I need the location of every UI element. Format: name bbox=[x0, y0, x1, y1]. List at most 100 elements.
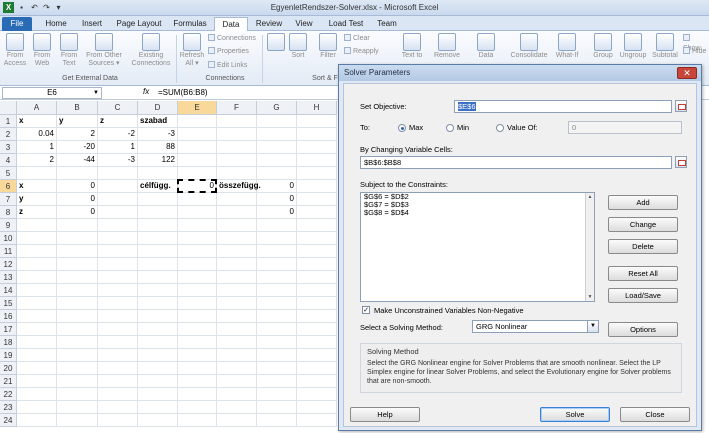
cell-d8[interactable] bbox=[138, 206, 178, 219]
scroll-up-icon[interactable]: ▲ bbox=[587, 194, 593, 200]
close-icon[interactable]: ✕ bbox=[677, 67, 697, 79]
value-of-input[interactable]: 0 bbox=[568, 121, 682, 134]
row-header-7[interactable]: 7 bbox=[0, 193, 17, 206]
cell-d15[interactable] bbox=[138, 297, 178, 310]
edit-links-button[interactable]: Edit Links bbox=[208, 61, 247, 71]
data-validation-button[interactable]: Data bbox=[474, 33, 498, 60]
row-header-5[interactable]: 5 bbox=[0, 167, 17, 180]
row-header-8[interactable]: 8 bbox=[0, 206, 17, 219]
cell-b6[interactable]: 0 bbox=[57, 180, 98, 193]
column-header-b[interactable]: B bbox=[57, 101, 98, 115]
cell-f14[interactable] bbox=[217, 284, 257, 297]
cell-e8[interactable] bbox=[178, 206, 217, 219]
tab-home[interactable]: Home bbox=[40, 17, 72, 31]
cell-h17[interactable] bbox=[297, 323, 337, 336]
cell-e24[interactable] bbox=[178, 414, 217, 427]
cell-e3[interactable] bbox=[178, 141, 217, 154]
cell-f13[interactable] bbox=[217, 271, 257, 284]
cell-h11[interactable] bbox=[297, 245, 337, 258]
cell-g18[interactable] bbox=[257, 336, 297, 349]
cell-c20[interactable] bbox=[98, 362, 138, 375]
cell-b16[interactable] bbox=[57, 310, 98, 323]
cell-f22[interactable] bbox=[217, 388, 257, 401]
formula-input[interactable]: =SUM(B6:B8) bbox=[158, 88, 208, 97]
cell-c6[interactable] bbox=[98, 180, 138, 193]
cell-a21[interactable] bbox=[17, 375, 57, 388]
cell-c3[interactable]: 1 bbox=[98, 141, 138, 154]
cell-g5[interactable] bbox=[257, 167, 297, 180]
chevron-down-icon[interactable]: ▼ bbox=[587, 321, 598, 332]
cell-c4[interactable]: -3 bbox=[98, 154, 138, 167]
cell-h2[interactable] bbox=[297, 128, 337, 141]
worksheet-grid[interactable]: A B C D E F G H 1 x y z szabad 2 0.04 2 -2 -3 3 1 -20 1 88 4 2 -4… bbox=[0, 101, 340, 433]
cell-a24[interactable] bbox=[17, 414, 57, 427]
cell-h20[interactable] bbox=[297, 362, 337, 375]
cell-h23[interactable] bbox=[297, 401, 337, 414]
reapply-button[interactable]: Reapply bbox=[344, 47, 379, 57]
add-button[interactable]: Add bbox=[608, 195, 678, 210]
fx-icon[interactable]: fx bbox=[143, 87, 149, 96]
subtotal-button[interactable]: Subtotal bbox=[650, 33, 680, 60]
cell-f7[interactable] bbox=[217, 193, 257, 206]
cell-h1[interactable] bbox=[297, 115, 337, 128]
cell-g16[interactable] bbox=[257, 310, 297, 323]
cell-f8[interactable] bbox=[217, 206, 257, 219]
cell-a22[interactable] bbox=[17, 388, 57, 401]
cell-a1[interactable]: x bbox=[17, 115, 57, 128]
cell-g13[interactable] bbox=[257, 271, 297, 284]
cell-f21[interactable] bbox=[217, 375, 257, 388]
cell-e15[interactable] bbox=[178, 297, 217, 310]
clear-button[interactable]: Clear bbox=[344, 34, 370, 44]
value-of-radio[interactable] bbox=[496, 124, 504, 132]
cell-g24[interactable] bbox=[257, 414, 297, 427]
cell-d4[interactable]: 122 bbox=[138, 154, 178, 167]
cell-h22[interactable] bbox=[297, 388, 337, 401]
cell-b23[interactable] bbox=[57, 401, 98, 414]
from-web-button[interactable]: From Web bbox=[30, 33, 54, 68]
cell-b11[interactable] bbox=[57, 245, 98, 258]
cell-g21[interactable] bbox=[257, 375, 297, 388]
scroll-down-icon[interactable]: ▼ bbox=[587, 294, 593, 300]
changing-cells-collapse-button[interactable] bbox=[675, 156, 687, 168]
hide-detail-button[interactable]: Hide bbox=[683, 47, 706, 57]
cell-d14[interactable] bbox=[138, 284, 178, 297]
cell-e17[interactable] bbox=[178, 323, 217, 336]
column-header-c[interactable]: C bbox=[98, 101, 138, 115]
set-objective-collapse-button[interactable] bbox=[675, 100, 687, 112]
cell-a14[interactable] bbox=[17, 284, 57, 297]
cell-h4[interactable] bbox=[297, 154, 337, 167]
close-button[interactable]: Close bbox=[620, 407, 690, 422]
cell-h5[interactable] bbox=[297, 167, 337, 180]
row-header-23[interactable]: 23 bbox=[0, 401, 17, 414]
cell-f19[interactable] bbox=[217, 349, 257, 362]
tab-review[interactable]: Review bbox=[252, 17, 286, 31]
cell-c24[interactable] bbox=[98, 414, 138, 427]
change-button[interactable]: Change bbox=[608, 217, 678, 232]
cell-c16[interactable] bbox=[98, 310, 138, 323]
cell-e18[interactable] bbox=[178, 336, 217, 349]
cell-f6[interactable]: összefügg. bbox=[217, 180, 261, 193]
from-other-sources-button[interactable]: From Other Sources ▾ bbox=[83, 33, 125, 68]
cell-d7[interactable] bbox=[138, 193, 178, 206]
cell-b3[interactable]: -20 bbox=[57, 141, 98, 154]
row-header-2[interactable]: 2 bbox=[0, 128, 17, 141]
row-header-12[interactable]: 12 bbox=[0, 258, 17, 271]
row-header-19[interactable]: 19 bbox=[0, 349, 17, 362]
cell-e7[interactable] bbox=[178, 193, 217, 206]
text-to-columns-button[interactable]: Text to bbox=[398, 33, 426, 60]
cell-d10[interactable] bbox=[138, 232, 178, 245]
cell-b4[interactable]: -44 bbox=[57, 154, 98, 167]
cell-b1[interactable]: y bbox=[57, 115, 98, 128]
cell-f9[interactable] bbox=[217, 219, 257, 232]
cell-d1[interactable]: szabad bbox=[138, 115, 178, 128]
tab-page-layout[interactable]: Page Layout bbox=[112, 17, 166, 31]
cell-e1[interactable] bbox=[178, 115, 217, 128]
cell-b8[interactable]: 0 bbox=[57, 206, 98, 219]
cell-f5[interactable] bbox=[217, 167, 257, 180]
cell-a17[interactable] bbox=[17, 323, 57, 336]
cell-c23[interactable] bbox=[98, 401, 138, 414]
column-header-h[interactable]: H bbox=[297, 101, 337, 115]
cell-c15[interactable] bbox=[98, 297, 138, 310]
cell-c11[interactable] bbox=[98, 245, 138, 258]
cell-g2[interactable] bbox=[257, 128, 297, 141]
